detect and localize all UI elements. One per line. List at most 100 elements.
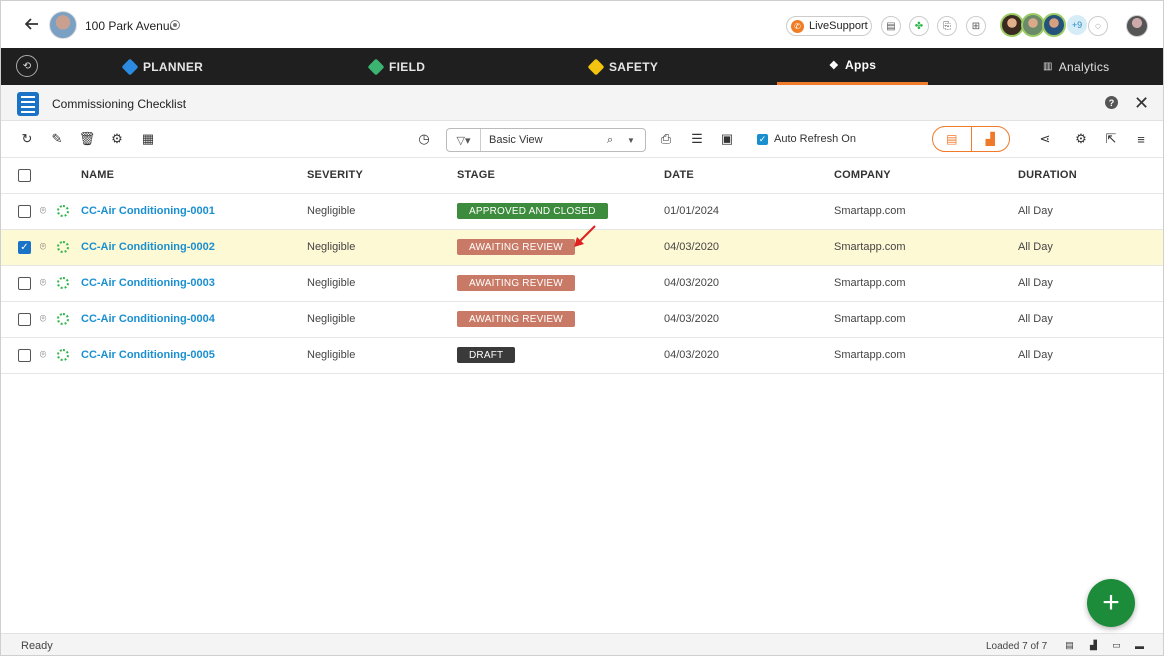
nav-apps-label: Apps: [844, 58, 877, 72]
location-pin-icon[interactable]: ⌾: [38, 313, 48, 326]
top-bar: 100 Park Avenue ✆ LiveSupport ▤ ✤ ⎘ ⊞ +9…: [1, 1, 1163, 48]
column-severity[interactable]: SEVERITY: [307, 169, 363, 181]
member-avatar[interactable]: [1042, 13, 1066, 37]
help-icon[interactable]: ?: [1105, 96, 1118, 109]
nav-analytics[interactable]: ▥ Analytics: [1043, 48, 1109, 85]
schedule-icon[interactable]: ◷: [416, 131, 432, 147]
column-name[interactable]: NAME: [81, 169, 114, 181]
menu-icon[interactable]: ≡: [1133, 131, 1149, 147]
column-settings-icon[interactable]: ⚙: [1073, 131, 1089, 147]
row-checkbox[interactable]: [18, 205, 31, 218]
toolbar: ↻ ✎ 🗑 ⚙ ▦ ◷ ▽▾ Basic View ⌕ ▼ ⎙ ☰ ▣ ✓ Au…: [1, 121, 1163, 158]
row-checkbox[interactable]: ✓: [18, 241, 31, 254]
row-name-link[interactable]: CC-Air Conditioning-0001: [81, 205, 215, 217]
view-mode-toggle[interactable]: ▤ ▟: [932, 126, 1010, 152]
column-company[interactable]: COMPANY: [834, 169, 891, 181]
row-name-link[interactable]: CC-Air Conditioning-0003: [81, 277, 215, 289]
chart-view-icon[interactable]: ▟: [972, 127, 1010, 151]
apps-icon[interactable]: ✤: [909, 16, 929, 36]
row-company: Smartapp.com: [834, 313, 906, 325]
planner-icon: [121, 58, 139, 75]
auto-refresh-checkbox[interactable]: ✓: [757, 133, 768, 145]
row-checkbox[interactable]: [18, 277, 31, 290]
auto-refresh-toggle[interactable]: ✓ Auto Refresh On: [757, 133, 856, 145]
back-arrow-icon[interactable]: [23, 15, 41, 33]
row-severity: Negligible: [307, 349, 356, 361]
messages-icon[interactable]: ▬: [1134, 640, 1145, 651]
row-name-link[interactable]: CC-Air Conditioning-0002: [81, 241, 215, 253]
view-selector[interactable]: ▽▾ Basic View ⌕ ▼: [446, 128, 646, 152]
column-date[interactable]: DATE: [664, 169, 694, 181]
project-avatar[interactable]: [49, 11, 77, 39]
filter-icon[interactable]: ▽▾: [447, 129, 481, 151]
row-checkbox[interactable]: [18, 313, 31, 326]
team-members[interactable]: +9: [1000, 13, 1087, 37]
location-pin-icon[interactable]: ⌾: [38, 241, 48, 254]
stage-badge: AWAITING REVIEW: [457, 311, 575, 327]
user-avatar[interactable]: [1126, 15, 1148, 37]
view-value[interactable]: Basic View: [481, 134, 607, 146]
location-pin-icon[interactable]: ⌾: [38, 205, 48, 218]
row-date: 04/03/2020: [664, 277, 720, 289]
close-icon[interactable]: ✕: [1134, 93, 1149, 114]
row-company: Smartapp.com: [834, 241, 906, 253]
module-nav: ⟲ PLANNER FIELD SAFETY ❖ Apps ▥ Analytic…: [1, 48, 1163, 85]
nav-field[interactable]: FIELD: [367, 48, 426, 85]
column-stage[interactable]: STAGE: [457, 169, 495, 181]
table-row[interactable]: ⌾ CC-Air Conditioning-0004 Negligible AW…: [1, 302, 1163, 338]
open-external-icon[interactable]: ⇱: [1103, 131, 1119, 147]
row-name-link[interactable]: CC-Air Conditioning-0004: [81, 313, 215, 325]
row-duration: All Day: [1018, 349, 1053, 361]
grid-view-icon[interactable]: ▤: [1064, 640, 1075, 651]
row-severity: Negligible: [307, 241, 356, 253]
nav-apps[interactable]: ❖ Apps: [777, 48, 928, 85]
location-pin-icon[interactable]: ⌾: [38, 277, 48, 290]
forms-icon[interactable]: ⊞: [966, 16, 986, 36]
location-pin-icon[interactable]: ⌾: [38, 349, 48, 362]
share-icon[interactable]: ⋖: [1037, 131, 1053, 147]
table-header: NAME SEVERITY STAGE DATE COMPANY DURATIO…: [1, 158, 1163, 194]
delete-icon[interactable]: 🗑: [79, 131, 96, 147]
notes-icon[interactable]: ▤: [881, 16, 901, 36]
row-checkbox[interactable]: [18, 349, 31, 362]
template-icon[interactable]: ▦: [140, 131, 156, 147]
row-name-link[interactable]: CC-Air Conditioning-0005: [81, 349, 215, 361]
row-severity: Negligible: [307, 277, 356, 289]
edit-icon[interactable]: ✎: [49, 131, 65, 147]
export-icon[interactable]: ⎙: [658, 131, 674, 147]
row-date: 04/03/2020: [664, 241, 720, 253]
list-view-icon[interactable]: ☰: [689, 131, 705, 147]
nav-safety[interactable]: SAFETY: [587, 48, 658, 85]
settings-icon[interactable]: ⚙: [109, 131, 125, 147]
chevron-down-icon[interactable]: ▼: [627, 136, 645, 145]
status-gear-icon: [57, 241, 69, 253]
checklist-icon: [17, 92, 39, 116]
column-duration[interactable]: DURATION: [1018, 169, 1077, 181]
image-view-icon[interactable]: ▣: [719, 131, 735, 147]
nav-planner[interactable]: PLANNER: [121, 48, 203, 85]
row-company: Smartapp.com: [834, 349, 906, 361]
add-button[interactable]: +: [1087, 579, 1135, 627]
chat-icon[interactable]: ◌: [1088, 16, 1108, 36]
more-members-badge[interactable]: +9: [1067, 15, 1087, 35]
document-view-icon[interactable]: ▤: [933, 127, 972, 151]
home-icon[interactable]: ⟲: [16, 55, 38, 77]
row-date: 01/01/2024: [664, 205, 720, 217]
project-name[interactable]: 100 Park Avenue: [85, 19, 176, 33]
page-title: Commissioning Checklist: [52, 97, 187, 111]
nav-field-label: FIELD: [389, 59, 426, 74]
bar-chart-icon[interactable]: ▟: [1088, 640, 1099, 651]
search-icon[interactable]: ⌕: [607, 134, 627, 147]
live-support-button[interactable]: ✆ LiveSupport: [786, 16, 872, 36]
table-row[interactable]: ⌾ CC-Air Conditioning-0003 Negligible AW…: [1, 266, 1163, 302]
row-company: Smartapp.com: [834, 277, 906, 289]
document-settings-icon[interactable]: ⎘: [937, 16, 957, 36]
refresh-icon[interactable]: ↻: [19, 131, 35, 147]
select-all-checkbox[interactable]: [18, 169, 31, 182]
loaded-count: Loaded 7 of 7: [986, 641, 1048, 652]
project-settings-icon[interactable]: [171, 21, 179, 29]
comments-icon[interactable]: ▭: [1111, 640, 1122, 651]
status-gear-icon: [57, 313, 69, 325]
annotation-arrow-icon: [574, 225, 596, 247]
table-row[interactable]: ⌾ CC-Air Conditioning-0005 Negligible DR…: [1, 338, 1163, 374]
